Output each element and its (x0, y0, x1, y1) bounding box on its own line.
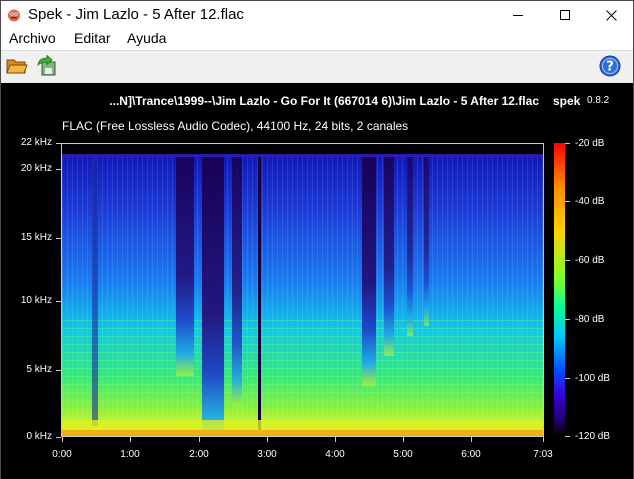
time-tick (543, 437, 544, 442)
freq-tick (56, 143, 61, 144)
codec-info: FLAC (Free Lossless Audio Codec), 44100 … (62, 119, 409, 133)
db-label-minus-100: -100 dB (575, 373, 611, 384)
spectrogram-frame (61, 143, 544, 437)
freq-label-22khz: 22 kHz (20, 137, 52, 148)
title-bar[interactable]: Spek - Jim Lazlo - 5 After 12.flac (1, 1, 633, 29)
freq-label-15khz: 15 kHz (20, 232, 52, 243)
help-icon: ? (599, 55, 621, 82)
window-title: Spek - Jim Lazlo - 5 After 12.flac (28, 6, 244, 23)
time-label-1-00: 1:00 (120, 449, 140, 460)
minimize-icon (512, 10, 524, 21)
time-tick (403, 437, 404, 442)
spek-app-icon (7, 8, 21, 22)
menu-bar: Archivo Editar Ayuda (1, 29, 633, 49)
spek-version: 0.8.2 (587, 95, 610, 106)
freq-tick (56, 301, 61, 302)
svg-text:?: ? (606, 59, 614, 74)
time-tick (335, 437, 336, 442)
db-color-scale (554, 143, 565, 437)
db-tick (565, 260, 570, 261)
close-icon (605, 9, 617, 21)
help-button[interactable]: ? (597, 55, 623, 81)
spek-window: Spek - Jim Lazlo - 5 After 12.flac Archi… (0, 0, 634, 479)
db-label-minus-120: -120 dB (575, 431, 611, 442)
time-label-2-00: 2:00 (189, 449, 209, 460)
time-label-7-03: 7:03 (533, 449, 553, 460)
time-tick (62, 437, 63, 442)
save-button[interactable] (34, 54, 60, 82)
db-label-minus-40: -40 dB (575, 196, 605, 207)
menu-ayuda[interactable]: Ayuda (127, 30, 166, 46)
time-label-6-00: 6:00 (461, 449, 481, 460)
menu-editar[interactable]: Editar (74, 30, 111, 46)
freq-tick (56, 169, 61, 170)
db-tick (565, 378, 570, 379)
db-tick (565, 319, 570, 320)
menu-archivo[interactable]: Archivo (9, 30, 56, 46)
db-label-minus-60: -60 dB (575, 255, 605, 266)
save-arrow-icon (36, 54, 58, 82)
freq-label-10khz: 10 kHz (20, 295, 52, 306)
maximize-button[interactable] (542, 1, 588, 29)
freq-tick (56, 437, 61, 438)
freq-label-5khz: 5 kHz (26, 364, 52, 375)
time-tick (199, 437, 200, 442)
db-label-minus-20: -20 dB (575, 138, 605, 149)
time-label-4-00: 4:00 (325, 449, 345, 460)
file-path-title: ...N]\Trance\1999--\Jim Lazlo - Go For I… (109, 94, 539, 108)
maximize-icon (559, 9, 571, 21)
time-tick (267, 437, 268, 442)
db-label-minus-80: -80 dB (575, 314, 605, 325)
open-file-button[interactable] (4, 55, 30, 81)
db-tick (565, 436, 570, 437)
folder-open-icon (6, 56, 28, 81)
time-label-0-00: 0:00 (52, 449, 72, 460)
db-tick (565, 201, 570, 202)
time-label-5-00: 5:00 (393, 449, 413, 460)
spek-app-name: spek (553, 94, 581, 108)
freq-tick (56, 370, 61, 371)
time-tick (471, 437, 472, 442)
db-tick (565, 143, 570, 144)
freq-tick (56, 238, 61, 239)
freq-label-20khz: 20 kHz (20, 163, 52, 174)
minimize-button[interactable] (495, 1, 541, 29)
toolbar: ? (1, 50, 633, 83)
time-tick (130, 437, 131, 442)
freq-label-0khz: 0 kHz (26, 431, 52, 442)
close-button[interactable] (588, 1, 634, 29)
spectrogram-panel: ...N]\Trance\1999--\Jim Lazlo - Go For I… (1, 83, 633, 479)
time-label-3-00: 3:00 (257, 449, 277, 460)
